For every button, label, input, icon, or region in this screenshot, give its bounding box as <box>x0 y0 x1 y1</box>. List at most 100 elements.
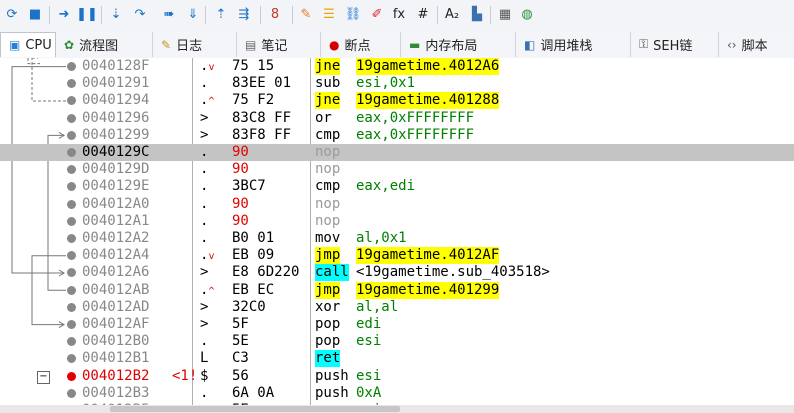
breakpoint-dot[interactable] <box>67 337 76 347</box>
breakpoint-dot[interactable] <box>67 216 76 226</box>
marker-char: . <box>200 195 209 212</box>
flow-marker: .^ <box>200 282 214 300</box>
disasm-row[interactable]: 0040129C. 90 nop <box>0 144 794 161</box>
tab-cpu[interactable]: ▣ CPU <box>0 32 56 57</box>
breakpoint-dot[interactable] <box>67 285 76 295</box>
address: 004012A6 <box>82 264 150 281</box>
disasm-row[interactable]: 00401299 >83F8 FF cmp eax,0xFFFFFFFF <box>0 127 794 144</box>
operands: <19gametime.sub_403518> <box>356 264 550 281</box>
collapse-toggle[interactable]: − <box>37 370 50 384</box>
breakpoint-dot[interactable] <box>67 354 76 364</box>
pause-icon[interactable]: ❚❚ <box>76 5 98 23</box>
stop-icon[interactable]: ■ <box>26 5 44 23</box>
horizontal-scrollbar[interactable] <box>0 405 794 413</box>
disasm-row[interactable]: 004012B0. 5E pop esi <box>0 333 794 350</box>
breakpoint-dot[interactable] <box>67 96 76 106</box>
breakpoint-dot[interactable] <box>67 182 76 192</box>
scylla-icon[interactable]: ▙ <box>468 5 486 23</box>
flow-marker: . <box>200 333 214 350</box>
globe-icon[interactable]: ◍ <box>518 5 536 23</box>
tab-seh-chain[interactable]: ⚿ SEH链 <box>631 32 719 57</box>
mnemonic: nop <box>315 195 341 212</box>
mnemonic: jmp <box>315 281 341 299</box>
breakpoint-dot[interactable] <box>67 371 76 381</box>
execute-till-return-icon[interactable]: ⇡ <box>212 5 230 23</box>
breakpoint-dot[interactable] <box>67 165 76 175</box>
disasm-row[interactable]: 004012AF >5F pop edi <box>0 316 794 333</box>
jump-direction-icon: v <box>208 251 215 263</box>
tab-notes[interactable]: ▤ 笔记 <box>237 32 321 57</box>
highlight-icon[interactable]: ✐ <box>368 5 386 23</box>
marker-char: . <box>200 333 209 350</box>
flow-marker: . <box>200 178 214 195</box>
toolbar-separator <box>490 6 491 24</box>
comments-icon[interactable]: ☰ <box>320 5 338 23</box>
breakpoint-dot[interactable] <box>67 199 76 209</box>
trace-over-icon[interactable]: ⇓ <box>184 5 202 23</box>
breakpoint-dot[interactable] <box>67 388 76 398</box>
breakpoint-dot[interactable] <box>67 268 76 278</box>
disasm-row[interactable]: 0040128F .v 75 15 jne 19gametime.4012A6 <box>0 58 794 75</box>
flow-marker: . <box>200 161 214 178</box>
mnemonic: nop <box>315 144 341 160</box>
tab-graph[interactable]: ✿ 流程图 <box>56 32 153 57</box>
tab-memory-map[interactable]: ▬ 内存布局 <box>401 32 516 57</box>
disasm-row[interactable]: 00401294 .^ 75 F2 jne 19gametime.401288 <box>0 92 794 110</box>
mnemonic: pop <box>315 333 341 350</box>
cpu-icon: ▣ <box>9 38 21 52</box>
tab-call-stack[interactable]: ◧ 调用堆栈 <box>516 32 631 57</box>
trace-into-icon[interactable]: ➠ <box>160 5 178 23</box>
disasm-row[interactable]: 004012B1 L C3 ret <box>0 350 794 368</box>
disasm-row[interactable]: 004012B3. 6A 0A push 0xA <box>0 385 794 402</box>
labels-icon[interactable]: ⛓ <box>344 5 362 23</box>
run-to-user-code-icon[interactable]: ⇶ <box>235 5 253 23</box>
breakpoint-dot[interactable] <box>67 148 76 157</box>
mnemonic: nop <box>315 161 341 178</box>
calculator-icon[interactable]: ▦ <box>496 5 514 23</box>
operands: 19gametime.4012A6 <box>356 58 500 75</box>
address: 0040129D <box>82 161 150 178</box>
patch-icon[interactable]: ✎ <box>297 5 315 23</box>
marker-char: L <box>200 350 209 367</box>
tab-breakpoint[interactable]: ● 断点 <box>321 32 401 57</box>
disasm-row[interactable]: 004012A0. 90 nop <box>0 196 794 213</box>
breakpoint-dot[interactable] <box>67 130 76 140</box>
disasm-row[interactable]: 0040129E. 3BC7 cmp eax,edi <box>0 178 794 195</box>
scrollbar-thumb[interactable] <box>110 406 400 412</box>
tab-label: 调用堆栈 <box>540 39 593 54</box>
disasm-row[interactable]: 0040129D. 90 nop <box>0 161 794 178</box>
disasm-row[interactable]: 004012A1. 90 nop <box>0 213 794 230</box>
step-over-icon[interactable]: ↷ <box>131 5 149 23</box>
run-icon[interactable]: ➜ <box>55 5 73 23</box>
breakpoint-dot[interactable] <box>67 234 76 243</box>
breakpoint-dot[interactable] <box>67 302 76 312</box>
run-to-cursor-icon[interactable]: ⟳ <box>3 5 21 23</box>
opcode-bytes: E8 6D220 <box>232 264 300 281</box>
breakpoint-dot[interactable] <box>67 113 76 123</box>
disasm-row[interactable]: 004012A6 > E8 6D220 call <19gametime.sub_403… <box>0 264 794 282</box>
disasm-row[interactable]: 00401296 >83C8 FF or eax,0xFFFFFFFF <box>0 110 794 127</box>
breakpoint-dot[interactable] <box>67 320 76 329</box>
flow-marker: . <box>200 75 214 92</box>
disasm-row[interactable]: 00401291. 83EE 01 sub esi,0x1 <box>0 75 794 92</box>
disasm-row[interactable]: 004012A2. B0 01 mov al,0x1 <box>0 230 794 247</box>
breakpoint-dot[interactable] <box>67 79 76 89</box>
font-size-icon[interactable]: A₂ <box>443 5 461 23</box>
disasm-row[interactable]: 004012B2 <1! $56 push esi − <box>0 368 794 385</box>
disasm-row[interactable]: 004012AB .^ EB EC jmp 19gametime.401299 <box>0 281 794 300</box>
operands: 19gametime.401299 <box>356 281 500 299</box>
breakpoint-dot[interactable] <box>67 251 76 261</box>
script-icon: ‹› <box>727 37 737 52</box>
tab-log[interactable]: ✎ 日志 <box>153 32 237 57</box>
hash-icon[interactable]: # <box>414 5 432 23</box>
disasm-row[interactable]: 004012A4 .v EB 09 jmp 19gametime.4012AF <box>0 247 794 265</box>
operands: esi <box>356 333 382 350</box>
tab-script[interactable]: ‹› 脚本 <box>719 32 794 57</box>
disassembly-view[interactable]: 0040128F .v 75 15 jne 19gametime.4012A6 00401… <box>0 58 794 413</box>
bookmark-icon[interactable]: 8 <box>266 5 284 23</box>
marker-char: . <box>200 212 209 229</box>
function-icon[interactable]: fx <box>390 5 408 23</box>
breakpoint-dot[interactable] <box>67 62 76 71</box>
step-into-icon[interactable]: ⇣ <box>107 5 125 23</box>
disasm-row[interactable]: 004012AD >32C0 xor al,al <box>0 299 794 316</box>
